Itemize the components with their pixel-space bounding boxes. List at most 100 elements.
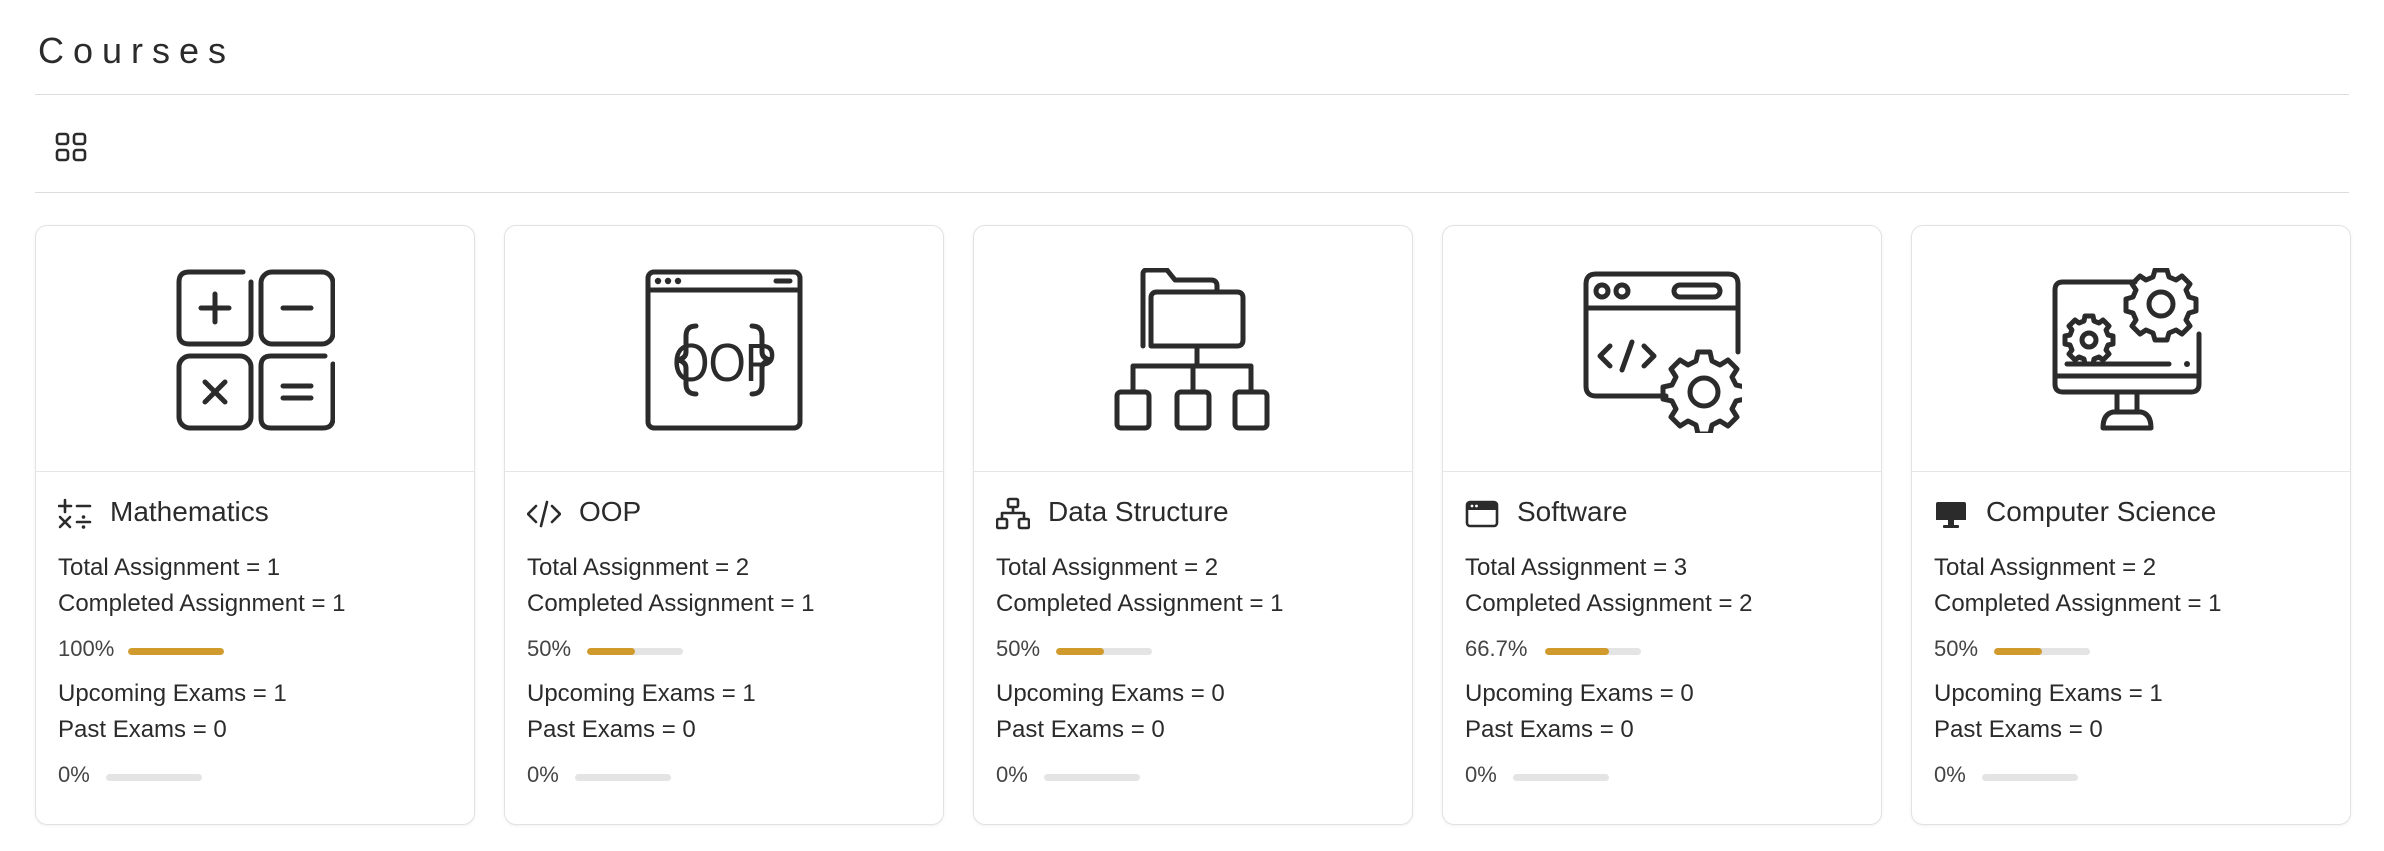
card-divider [1912, 471, 2350, 472]
past-exams: Past Exams = 0 [1465, 716, 1634, 743]
calculator-operations-icon [176, 269, 335, 431]
course-name: Data Structure [1048, 496, 1229, 527]
courses-page: Courses Mathematics Total Assignment = 1… [0, 0, 2384, 851]
exam-progress-label: 0% [1934, 762, 1966, 787]
assignment-progress-label: 50% [1934, 636, 1979, 661]
browser-window-icon [1465, 500, 1499, 528]
course-name: Computer Science [1986, 496, 2217, 527]
course-card-oop[interactable]: OOP OOP Total Assignment = 2 Completed A… [504, 225, 944, 825]
exam-progress-label: 0% [1465, 762, 1497, 787]
exam-progress-bar [1982, 774, 2078, 781]
exam-progress: 0% [996, 754, 1396, 798]
course-image [1443, 226, 1881, 471]
card-divider [505, 471, 943, 472]
course-name: Software [1517, 496, 1628, 527]
course-details: OOP Total Assignment = 2 Completed Assig… [527, 494, 927, 798]
upcoming-exams: Upcoming Exams = 1 [1934, 680, 2163, 707]
course-header: Software [1465, 494, 1865, 534]
exam-progress-label: 0% [58, 762, 90, 787]
course-header: Computer Science [1934, 494, 2334, 534]
upcoming-exams: Upcoming Exams = 1 [58, 680, 287, 707]
title-divider [35, 94, 2349, 95]
assignment-progress-fill [1545, 648, 1610, 655]
assignment-progress: 50% [527, 628, 927, 672]
total-assignment: Total Assignment = 2 [527, 554, 750, 581]
total-assignment: Total Assignment = 3 [1465, 554, 1688, 581]
exam-progress-bar [106, 774, 202, 781]
completed-assignment: Completed Assignment = 2 [1465, 590, 1753, 617]
assignment-progress-bar [1545, 648, 1641, 655]
exam-progress-label: 0% [996, 762, 1028, 787]
assignment-progress-label: 50% [527, 636, 572, 661]
course-image [1912, 226, 2350, 471]
past-exams: Past Exams = 0 [527, 716, 696, 743]
monitor-gears-icon [2052, 268, 2202, 431]
assignment-progress-label: 100% [58, 636, 115, 661]
course-details: Computer Science Total Assignment = 2 Co… [1934, 494, 2334, 798]
assignment-progress-fill [587, 648, 635, 655]
grid-view-toggle[interactable] [53, 129, 89, 165]
course-details: Mathematics Total Assignment = 1 Complet… [58, 494, 458, 798]
exam-progress: 0% [527, 754, 927, 798]
course-card-computer-science[interactable]: Computer Science Total Assignment = 2 Co… [1911, 225, 2351, 825]
assignment-progress: 50% [1934, 628, 2334, 672]
desktop-computer-icon [1936, 502, 1966, 528]
toolbar-divider [35, 192, 2349, 193]
exam-progress: 0% [1934, 754, 2334, 798]
assignment-progress-fill [1994, 648, 2042, 655]
assignment-progress-bar [128, 648, 224, 655]
course-card-data-structure[interactable]: Data Structure Total Assignment = 2 Comp… [973, 225, 1413, 825]
upcoming-exams: Upcoming Exams = 0 [996, 680, 1225, 707]
upcoming-exams: Upcoming Exams = 1 [527, 680, 756, 707]
card-divider [36, 471, 474, 472]
exam-progress-bar [1044, 774, 1140, 781]
folder-tree-icon [1114, 268, 1270, 431]
grid-view-icon [55, 132, 87, 162]
past-exams: Past Exams = 0 [58, 716, 227, 743]
assignment-progress-bar [587, 648, 683, 655]
total-assignment: Total Assignment = 1 [58, 554, 281, 581]
math-operations-icon [58, 498, 92, 529]
exam-progress-bar [1513, 774, 1609, 781]
exam-progress: 0% [1465, 754, 1865, 798]
assignment-progress-label: 50% [996, 636, 1041, 661]
completed-assignment: Completed Assignment = 1 [1934, 590, 2222, 617]
assignment-progress-bar [1994, 648, 2090, 655]
course-card-software[interactable]: Software Total Assignment = 3 Completed … [1442, 225, 1882, 825]
browser-code-gear-icon [1583, 271, 1742, 433]
card-divider [974, 471, 1412, 472]
course-image [36, 226, 474, 471]
assignment-progress: 50% [996, 628, 1396, 672]
course-name: OOP [579, 496, 642, 527]
exam-progress-bar [575, 774, 671, 781]
course-details: Data Structure Total Assignment = 2 Comp… [996, 494, 1396, 798]
past-exams: Past Exams = 0 [996, 716, 1165, 743]
completed-assignment: Completed Assignment = 1 [58, 590, 346, 617]
course-card-grid: Mathematics Total Assignment = 1 Complet… [35, 225, 2351, 825]
completed-assignment: Completed Assignment = 1 [527, 590, 815, 617]
page-title: Courses [38, 30, 236, 71]
course-name: Mathematics [110, 496, 269, 527]
total-assignment: Total Assignment = 2 [1934, 554, 2157, 581]
course-card-mathematics[interactable]: Mathematics Total Assignment = 1 Complet… [35, 225, 475, 825]
assignment-progress-fill [1056, 648, 1104, 655]
course-header: OOP [527, 494, 927, 534]
assignment-progress-label: 66.7% [1465, 636, 1528, 661]
course-image: OOP [505, 226, 943, 471]
assignment-progress: 66.7% [1465, 628, 1865, 672]
card-divider [1443, 471, 1881, 472]
exam-progress-label: 0% [527, 762, 559, 787]
hierarchy-icon [996, 497, 1030, 530]
exam-progress: 0% [58, 754, 458, 798]
completed-assignment: Completed Assignment = 1 [996, 590, 1284, 617]
upcoming-exams: Upcoming Exams = 0 [1465, 680, 1694, 707]
code-icon [527, 500, 561, 528]
course-header: Mathematics [58, 494, 458, 534]
course-image [974, 226, 1412, 471]
past-exams: Past Exams = 0 [1934, 716, 2103, 743]
total-assignment: Total Assignment = 2 [996, 554, 1219, 581]
course-header: Data Structure [996, 494, 1396, 534]
oop-browser-icon: OOP [645, 269, 803, 431]
svg-text:OOP: OOP [672, 333, 776, 393]
assignment-progress-fill [128, 648, 224, 655]
